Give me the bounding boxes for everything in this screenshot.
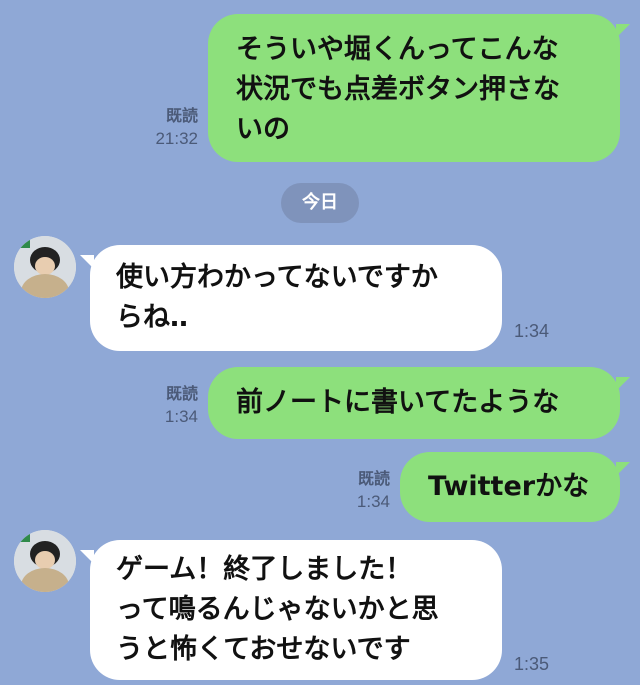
timestamp: 1:34	[356, 492, 390, 511]
message-4-meta: 既読 1:34	[320, 469, 390, 513]
timestamp: 1:34	[164, 407, 198, 426]
timestamp: 21:32	[155, 129, 198, 148]
date-separator: 今日	[281, 183, 359, 223]
message-bubble-outgoing[interactable]: そういや堀くんってこんな 状況でも点差ボタン押さな いの	[208, 14, 630, 162]
avatar[interactable]	[14, 530, 76, 592]
read-receipt: 既読	[165, 386, 198, 403]
avatar-photo-icon	[14, 236, 76, 298]
message-bubble-outgoing[interactable]: 前ノートに書いてたような	[208, 367, 630, 439]
read-receipt: 既読	[357, 471, 390, 488]
timestamp: 1:34	[514, 321, 550, 341]
avatar-photo-icon	[14, 530, 76, 592]
read-receipt: 既読	[165, 108, 198, 125]
message-1-meta: 既読 21:32	[128, 106, 198, 150]
avatar[interactable]	[14, 236, 76, 298]
message-bubble-incoming[interactable]: ゲーム！終了しました！ って鳴るんじゃないかと思 うと怖くておせないです	[80, 540, 502, 680]
message-bubble-outgoing[interactable]: Twitterかな	[400, 452, 630, 522]
message-bubble-incoming[interactable]: 使い方わかってないですか らね‥	[80, 245, 502, 351]
message-3-meta: 既読 1:34	[128, 384, 198, 428]
timestamp: 1:35	[514, 654, 550, 674]
